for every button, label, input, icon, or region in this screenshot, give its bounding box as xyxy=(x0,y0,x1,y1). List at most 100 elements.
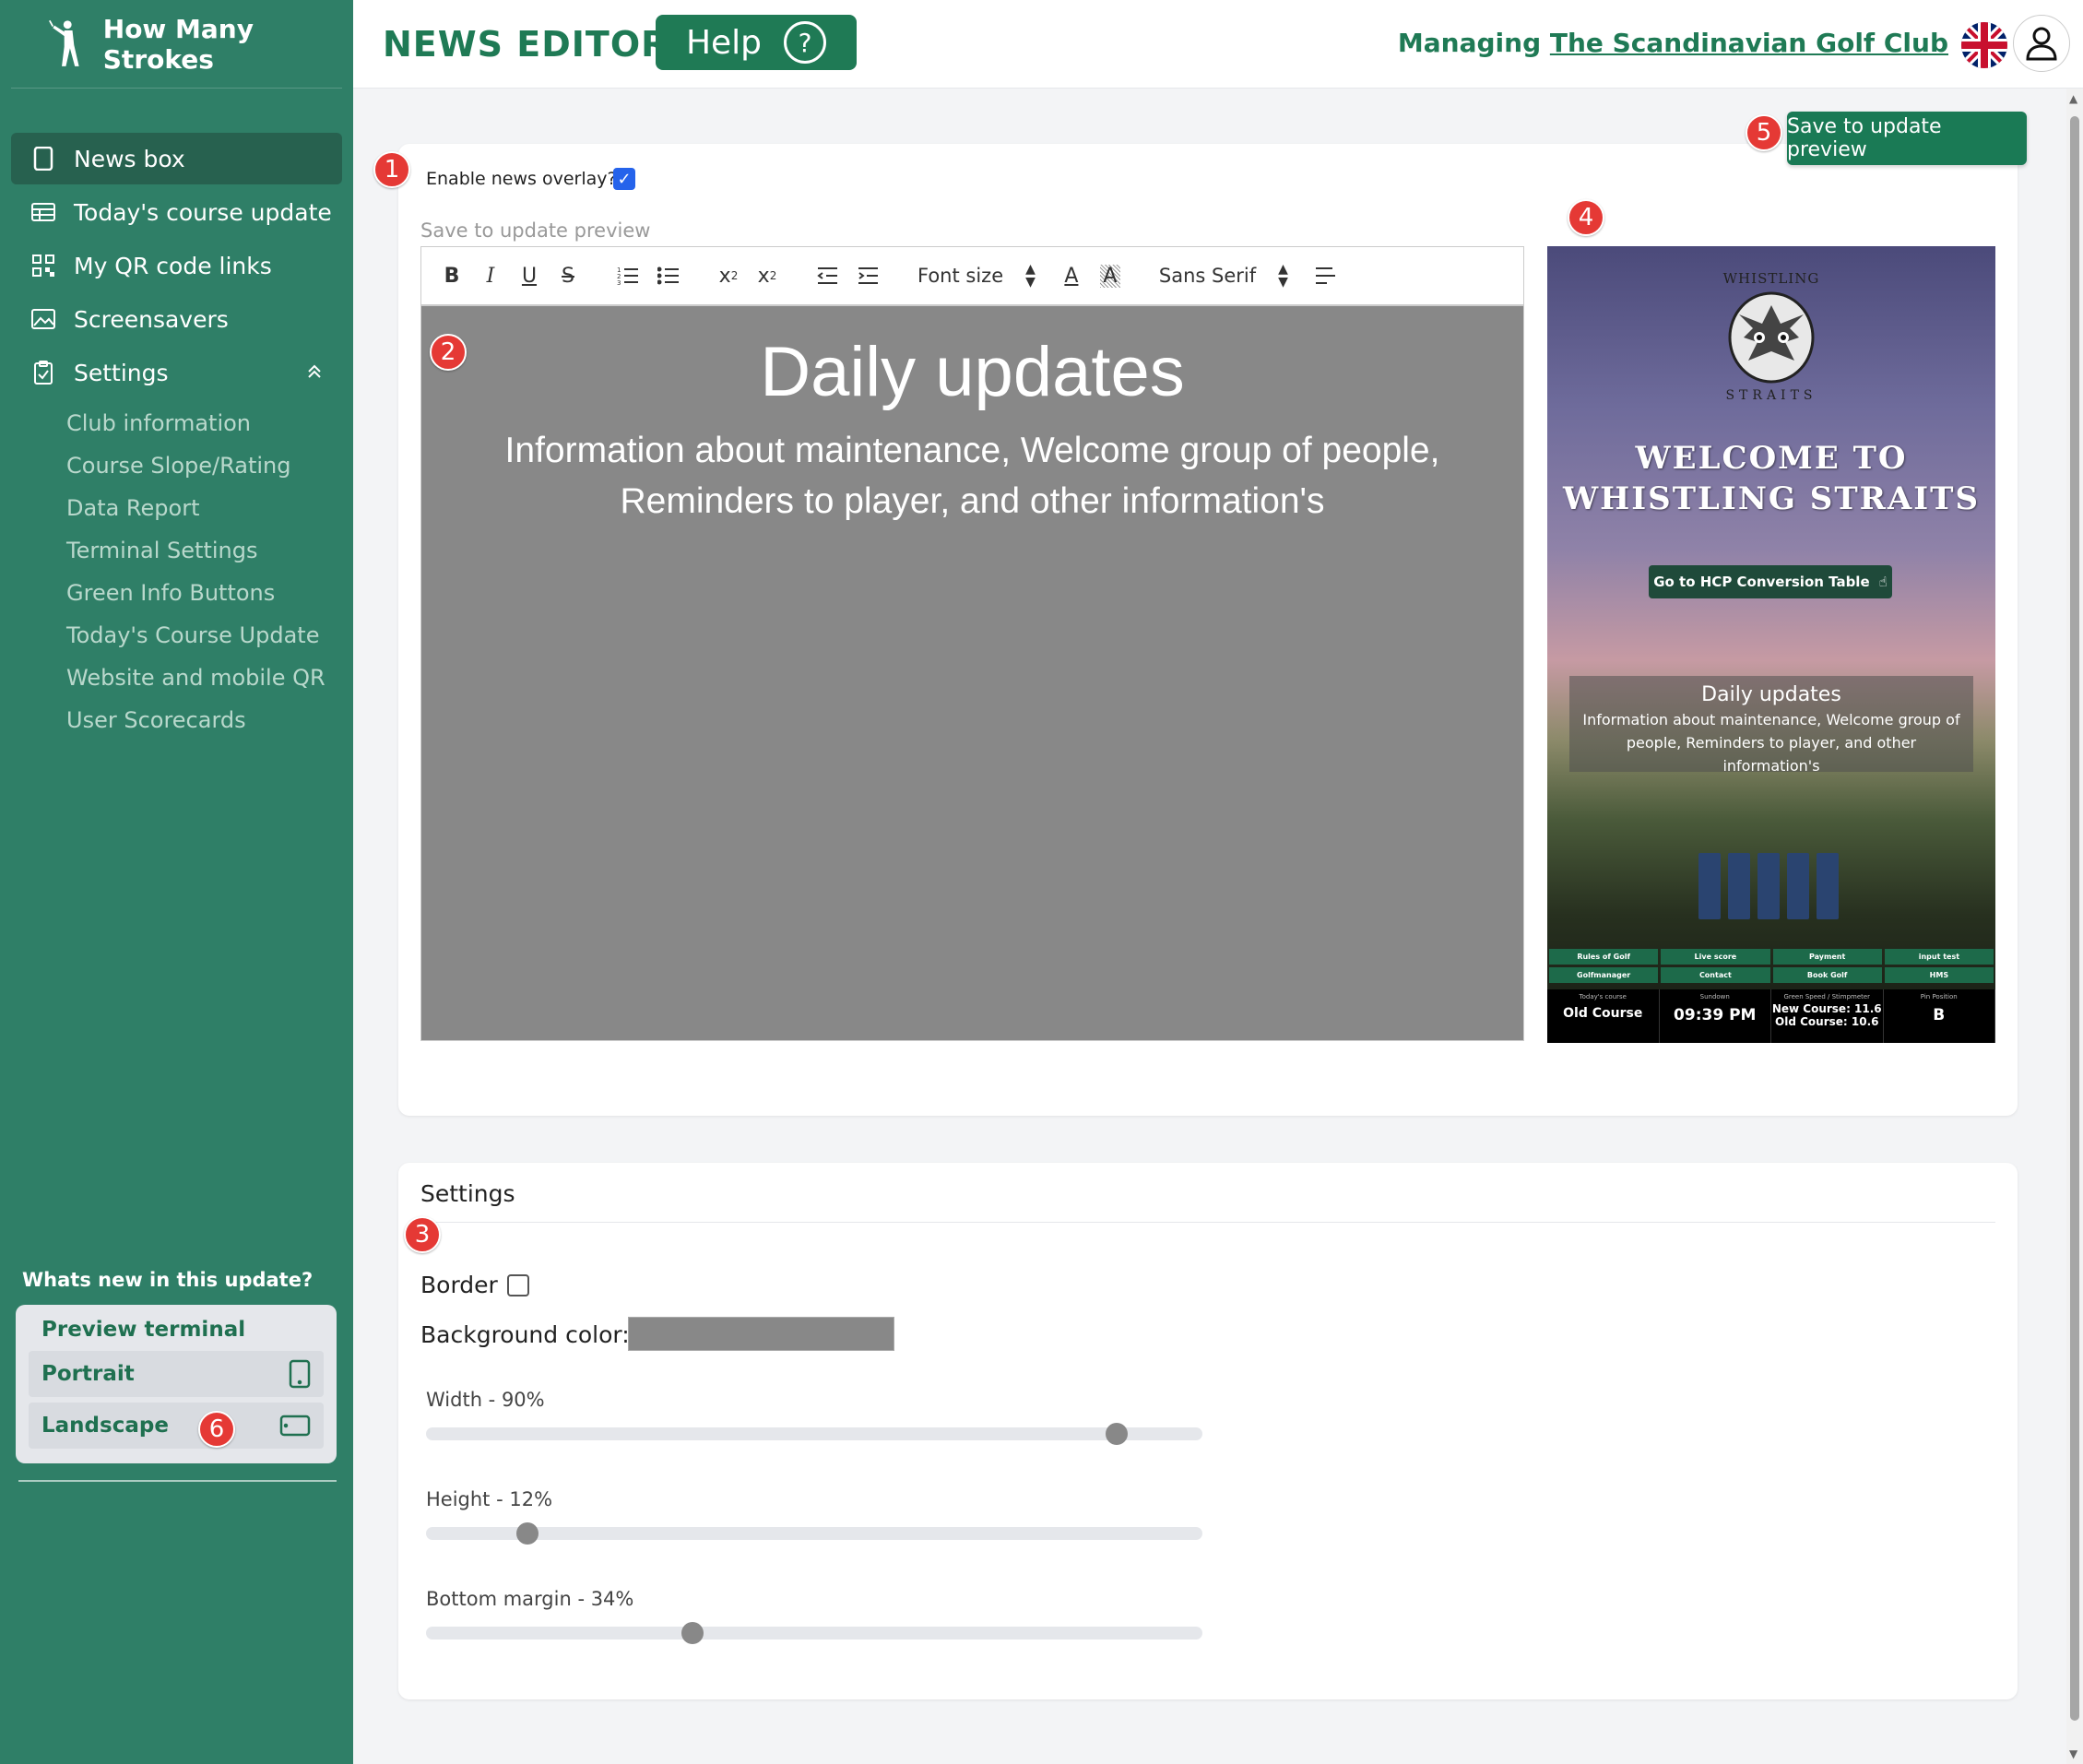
weather-card xyxy=(1698,853,1721,919)
scroll-up-icon[interactable]: ▲ xyxy=(2069,92,2077,105)
svg-text:3: 3 xyxy=(617,279,621,286)
sidebar-subitem-club-information[interactable]: Club information xyxy=(0,402,353,444)
font-family-label: Sans Serif xyxy=(1158,265,1257,287)
height-slider[interactable] xyxy=(426,1522,1202,1545)
preview-btn[interactable]: Rules of Golf xyxy=(1549,949,1659,965)
font-size-select[interactable]: Font size ▲ ▼ xyxy=(917,263,1036,289)
preview-info-bar: Today's course Old Course Sundown 09:39 … xyxy=(1547,989,1995,1043)
sidebar-item-label: Screensavers xyxy=(74,305,229,333)
ordered-list-icon[interactable]: 123 xyxy=(617,266,639,286)
chevron-up-icon[interactable] xyxy=(305,360,324,386)
step-badge-5: 5 xyxy=(1746,114,1782,151)
brand-name: How Many Strokes xyxy=(102,13,254,75)
preview-btn[interactable]: Golfmanager xyxy=(1549,967,1659,983)
bottom-margin-slider[interactable] xyxy=(426,1622,1202,1644)
slider-knob[interactable] xyxy=(681,1622,704,1644)
preview-portrait-label: Portrait xyxy=(41,1362,135,1386)
sidebar-item-screensavers[interactable]: Screensavers xyxy=(11,293,342,345)
preview-welcome: WELCOME TO WHISTLING STRAITS xyxy=(1547,438,1995,519)
sidebar-subitem-user-scorecards[interactable]: User Scorecards xyxy=(0,699,353,741)
font-family-select[interactable]: Sans Serif ▲ ▼ xyxy=(1159,263,1288,289)
preview-btn[interactable]: HMS xyxy=(1884,967,1994,983)
superscript-icon[interactable]: x2 xyxy=(757,265,777,288)
select-arrows-icon: ▲ ▼ xyxy=(1278,262,1288,290)
info-label: Pin Position xyxy=(1920,993,1958,1000)
question-icon: ? xyxy=(784,21,827,64)
bullet-list-icon[interactable] xyxy=(657,266,680,286)
brand[interactable]: How Many Strokes xyxy=(11,0,342,89)
preview-btn[interactable]: Payment xyxy=(1772,949,1882,965)
golfer-logo-icon xyxy=(49,19,79,66)
preview-welcome-line1: WELCOME TO xyxy=(1635,440,1908,477)
portrait-icon xyxy=(289,1359,311,1389)
strikethrough-icon[interactable]: S xyxy=(558,265,578,288)
preview-btn[interactable]: Contact xyxy=(1661,967,1770,983)
user-avatar-icon[interactable] xyxy=(2013,15,2070,72)
text-color-icon[interactable]: A xyxy=(1061,265,1082,288)
weather-card xyxy=(1728,853,1750,919)
preview-news-title: Daily updates xyxy=(1701,683,1841,706)
sidebar-subitem-data-report[interactable]: Data Report xyxy=(0,487,353,529)
preview-brand-top: WHISTLING xyxy=(1722,270,1820,287)
underline-icon[interactable]: U xyxy=(519,265,539,288)
weather-card xyxy=(1758,853,1780,919)
preview-news-body: Information about maintenance, Welcome g… xyxy=(1582,711,1960,775)
bold-icon[interactable]: B xyxy=(442,265,462,288)
sidebar-subitem-terminal-settings[interactable]: Terminal Settings xyxy=(0,529,353,572)
indent-icon[interactable] xyxy=(857,266,879,285)
page-scrollbar[interactable]: ▲ ▼ xyxy=(2066,89,2083,1764)
uk-flag-icon[interactable] xyxy=(1961,22,2007,68)
subscript-icon[interactable]: x2 xyxy=(718,265,739,288)
sidebar-item-label: Today's course update xyxy=(74,198,332,226)
save-hint: Save to update preview xyxy=(420,219,651,242)
image-icon xyxy=(30,305,57,333)
scroll-down-icon[interactable]: ▼ xyxy=(2069,1747,2077,1760)
preview-info-sundown: Sundown 09:39 PM xyxy=(1660,989,1771,1043)
sidebar-item-todays-course-update[interactable]: Today's course update xyxy=(11,186,342,238)
sidebar-item-settings[interactable]: Settings xyxy=(11,347,342,398)
step-badge-4: 4 xyxy=(1568,199,1604,236)
help-button[interactable]: Help ? xyxy=(656,15,857,70)
sidebar-item-qr-code-links[interactable]: My QR code links xyxy=(11,240,342,291)
background-color-icon[interactable]: A xyxy=(1099,264,1120,288)
preview-landscape-button[interactable]: Landscape xyxy=(29,1403,324,1449)
club-link[interactable]: The Scandinavian Golf Club xyxy=(1550,28,1948,58)
scroll-thumb[interactable] xyxy=(2070,116,2079,1721)
slider-knob[interactable] xyxy=(516,1522,539,1545)
background-color-swatch[interactable] xyxy=(628,1317,894,1351)
step-badge-6: 6 xyxy=(198,1411,235,1448)
page-title: NEWS EDITOR xyxy=(383,24,669,65)
preview-portrait-button[interactable]: Portrait xyxy=(29,1351,324,1397)
preview-welcome-line2: WHISTLING STRAITS xyxy=(1562,480,1981,517)
italic-icon[interactable]: I xyxy=(480,265,501,288)
border-checkbox[interactable] xyxy=(507,1274,529,1296)
outdent-icon[interactable] xyxy=(816,266,838,285)
sidebar-item-label: News box xyxy=(74,145,185,172)
weather-card xyxy=(1817,853,1839,919)
font-size-label: Font size xyxy=(917,265,1004,287)
preview-btn[interactable]: Book Golf xyxy=(1772,967,1882,983)
preview-terminal-title: Preview terminal xyxy=(41,1318,246,1342)
sidebar-divider xyxy=(18,1480,337,1482)
save-preview-button[interactable]: Save to update preview xyxy=(1787,112,2027,165)
enable-overlay-checkbox[interactable]: ✓ xyxy=(613,168,635,190)
width-slider[interactable] xyxy=(426,1423,1202,1445)
sidebar-subitem-green-info-buttons[interactable]: Green Info Buttons xyxy=(0,572,353,614)
info-value: B xyxy=(1933,1006,1946,1024)
sidebar-subitem-todays-course-update[interactable]: Today's Course Update xyxy=(0,614,353,657)
sidebar-item-news-box[interactable]: News box xyxy=(11,133,342,184)
rich-text-editor[interactable]: Daily updates Information about maintena… xyxy=(420,305,1524,1041)
preview-hcp-button[interactable]: Go to HCP Conversion Table ☝ xyxy=(1649,565,1892,598)
step-badge-2: 2 xyxy=(430,334,467,371)
clipboard-icon xyxy=(30,359,57,386)
managing-prefix: Managing xyxy=(1397,28,1542,58)
align-icon[interactable] xyxy=(1314,266,1336,285)
border-label: Border xyxy=(420,1272,498,1298)
sidebar-subitem-website-mobile-qr[interactable]: Website and mobile QR xyxy=(0,657,353,699)
preview-btn[interactable]: input test xyxy=(1884,949,1994,965)
sidebar-subitem-course-slope-rating[interactable]: Course Slope/Rating xyxy=(0,444,353,487)
landscape-icon xyxy=(279,1415,311,1437)
slider-knob[interactable] xyxy=(1106,1423,1128,1445)
preview-btn[interactable]: Live score xyxy=(1661,949,1770,965)
whats-new-link[interactable]: Whats new in this update? xyxy=(22,1269,313,1291)
